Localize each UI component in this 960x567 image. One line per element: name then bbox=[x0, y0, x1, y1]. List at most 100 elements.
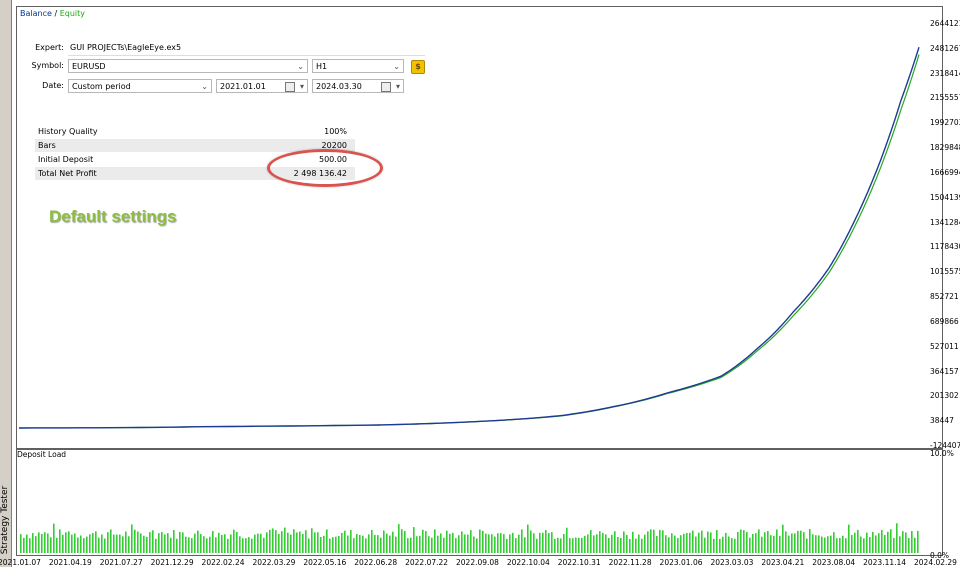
deposit-load-bar bbox=[122, 536, 124, 553]
deposit-load-bar bbox=[395, 536, 397, 553]
calendar-icon bbox=[285, 82, 295, 92]
deposit-load-bar bbox=[572, 538, 574, 553]
deposit-load-bar bbox=[758, 529, 760, 553]
deposit-load-bar bbox=[854, 532, 856, 553]
timeframe-select[interactable]: H1 ⌄ bbox=[312, 59, 404, 73]
deposit-load-bar bbox=[830, 535, 832, 553]
deposit-load-bar bbox=[692, 530, 694, 553]
date-to-picker[interactable]: 2024.03.30 ▾ bbox=[312, 79, 404, 93]
deposit-load-bar bbox=[560, 538, 562, 553]
deposit-load-bar bbox=[524, 537, 526, 553]
deposit-load-bar bbox=[497, 533, 499, 553]
deposit-load-bar bbox=[266, 532, 268, 553]
deposit-load-bar bbox=[455, 538, 457, 553]
deposit-load-bar bbox=[686, 532, 688, 553]
deposit-load-bar bbox=[320, 536, 322, 553]
deposit-load-bar bbox=[269, 529, 271, 553]
deposit-load-bar bbox=[98, 537, 100, 553]
deposit-load-bar bbox=[596, 534, 598, 553]
deposit-load-bar bbox=[542, 532, 544, 553]
deposit-load-bar bbox=[53, 523, 55, 553]
deposit-load-bar bbox=[899, 536, 901, 553]
y-tick-label: 689866 bbox=[930, 316, 959, 326]
deposit-load-bar bbox=[161, 532, 163, 553]
deposit-load-bar bbox=[890, 529, 892, 553]
deposit-load-bar bbox=[845, 538, 847, 553]
deposit-load-bar bbox=[26, 534, 28, 553]
symbol-select[interactable]: EURUSD ⌄ bbox=[68, 59, 308, 73]
deposit-load-bar bbox=[851, 534, 853, 553]
x-tick-label: 2021.12.29 bbox=[150, 558, 194, 567]
deposit-load-bar bbox=[185, 536, 187, 553]
deposit-load-bar bbox=[908, 538, 910, 553]
timeframe-value: H1 bbox=[316, 62, 328, 71]
deposit-load-bar bbox=[119, 534, 121, 553]
deposit-load-bar bbox=[569, 538, 571, 553]
deposit-load-bar bbox=[635, 538, 637, 553]
deposit-load-bar bbox=[239, 536, 241, 553]
calendar-icon bbox=[381, 82, 391, 92]
deposit-load-bar bbox=[539, 532, 541, 553]
date-from-value: 2021.01.01 bbox=[220, 82, 266, 91]
strategy-tester-sidebar[interactable]: Strategy Tester bbox=[0, 0, 12, 567]
deposit-load-bar bbox=[35, 536, 37, 553]
deposit-load-bar bbox=[215, 537, 217, 553]
deposit-load-bar bbox=[527, 524, 529, 553]
deposit-load-bar bbox=[815, 535, 817, 553]
deposit-load-bar bbox=[905, 532, 907, 553]
deposit-load-bar bbox=[251, 538, 253, 553]
deposit-load-bar bbox=[842, 535, 844, 553]
date-from-picker[interactable]: 2021.01.01 ▾ bbox=[216, 79, 308, 93]
y-tick-label: 1504139 bbox=[930, 192, 960, 202]
deposit-load-bar bbox=[95, 531, 97, 553]
deposit-load-bar bbox=[38, 532, 40, 553]
deposit-load-bar bbox=[233, 529, 235, 553]
deposit-load-bar bbox=[29, 538, 31, 553]
deposit-load-bar bbox=[419, 535, 421, 553]
balance-chart: Balance / Equity Expert: GUI PROJECTs\Ea… bbox=[16, 6, 943, 449]
period-select[interactable]: Custom period ⌄ bbox=[68, 79, 212, 93]
deposit-load-bar bbox=[164, 534, 166, 553]
deposit-load-bar bbox=[638, 534, 640, 553]
deposit-load-bar bbox=[650, 529, 652, 553]
x-tick-label: 2022.02.24 bbox=[201, 558, 245, 567]
deposit-load-bar bbox=[401, 529, 403, 553]
deposit-load-bar bbox=[404, 530, 406, 553]
deposit-load-bar bbox=[209, 536, 211, 553]
deposit-load-bar bbox=[80, 535, 82, 553]
deposit-load-bar bbox=[710, 532, 712, 553]
deposit-load-bar bbox=[809, 529, 811, 553]
y-tick-label: 2318414 bbox=[930, 68, 960, 78]
deposit-load-bar bbox=[344, 530, 346, 553]
deposit-load-bar bbox=[473, 536, 475, 553]
deposit-load-bar bbox=[614, 531, 616, 553]
x-tick-label: 2022.10.31 bbox=[557, 558, 601, 567]
deposit-load-bar bbox=[689, 532, 691, 553]
deposit-load-bar bbox=[179, 531, 181, 553]
dollar-icon[interactable]: $ bbox=[411, 60, 425, 74]
deposit-load-bar bbox=[884, 535, 886, 553]
deposit-load-bar bbox=[728, 536, 730, 553]
x-tick-label: 2023.03.03 bbox=[710, 558, 754, 567]
x-tick-label: 2024.02.29 bbox=[914, 558, 957, 567]
y-tick-label: 38447 bbox=[930, 416, 954, 426]
deposit-load-bar bbox=[137, 531, 139, 553]
deposit-load-bar bbox=[563, 534, 565, 553]
x-tick-label: 2023.11.14 bbox=[863, 558, 907, 567]
deposit-load-bar bbox=[785, 531, 787, 553]
deposit-load-bar bbox=[743, 530, 745, 553]
deposit-load-bar bbox=[860, 536, 862, 553]
deposit-load-bar bbox=[380, 537, 382, 553]
deposit-load-bar bbox=[203, 536, 205, 553]
stat-key: History Quality bbox=[38, 127, 98, 136]
date-label: Date: bbox=[42, 81, 64, 90]
deposit-load-bar bbox=[311, 528, 313, 553]
deposit-load-bar bbox=[50, 537, 52, 553]
deposit-load-bar bbox=[389, 535, 391, 553]
deposit-load-bar bbox=[590, 530, 592, 553]
deposit-load-bar bbox=[293, 529, 295, 553]
deposit-load-bar bbox=[641, 538, 643, 553]
deposit-load-bar bbox=[803, 532, 805, 553]
expert-value[interactable]: GUI PROJECTs\EagleEye.ex5 bbox=[70, 40, 181, 56]
deposit-load-bar bbox=[782, 524, 784, 553]
